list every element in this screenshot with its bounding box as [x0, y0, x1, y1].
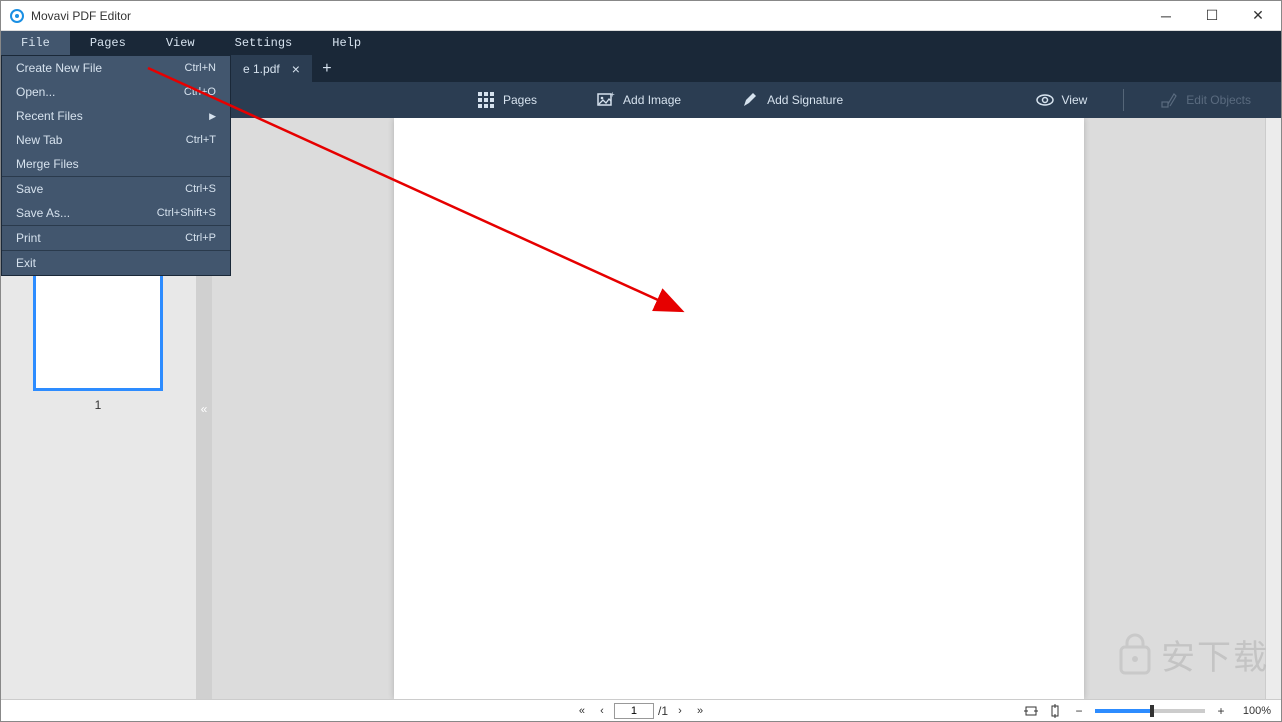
- next-page-button[interactable]: ›: [672, 703, 688, 719]
- grid-icon: [477, 91, 495, 109]
- prev-page-button[interactable]: ‹: [594, 703, 610, 719]
- chevron-left-icon: «: [201, 402, 208, 416]
- last-page-button[interactable]: »: [692, 703, 708, 719]
- pages-button[interactable]: Pages: [447, 91, 567, 109]
- pen-icon: [741, 91, 759, 109]
- add-image-button[interactable]: + Add Image: [567, 91, 711, 109]
- fit-page-button[interactable]: [1047, 703, 1063, 719]
- edit-objects-button[interactable]: Edit Objects: [1130, 91, 1281, 109]
- close-button[interactable]: ✕: [1235, 1, 1281, 31]
- statusbar: « ‹ /1 › » − + 100%: [1, 699, 1281, 721]
- eye-icon: [1036, 91, 1054, 109]
- document-tab[interactable]: e 1.pdf ×: [231, 55, 312, 82]
- svg-text:+: +: [610, 91, 615, 99]
- menu-file[interactable]: File: [1, 31, 70, 55]
- fit-width-button[interactable]: [1023, 703, 1039, 719]
- vertical-scrollbar[interactable]: [1265, 118, 1281, 699]
- tab-label: e 1.pdf: [243, 62, 280, 76]
- maximize-button[interactable]: ☐: [1189, 1, 1235, 31]
- edit-objects-label: Edit Objects: [1186, 93, 1251, 107]
- menu-save[interactable]: SaveCtrl+S: [2, 177, 230, 201]
- menu-view[interactable]: View: [146, 31, 215, 55]
- submenu-arrow-icon: ▶: [209, 111, 216, 122]
- zoom-out-button[interactable]: −: [1071, 703, 1087, 719]
- toolbar-divider: [1123, 89, 1124, 111]
- menubar: File Pages View Settings Help: [1, 31, 1281, 55]
- zoom-in-button[interactable]: +: [1213, 703, 1229, 719]
- window-title: Movavi PDF Editor: [31, 9, 1143, 23]
- page-number-input[interactable]: [614, 703, 654, 719]
- zoom-group: − + 100%: [1023, 703, 1281, 719]
- titlebar: Movavi PDF Editor ─ ☐ ✕: [1, 1, 1281, 31]
- menu-settings[interactable]: Settings: [215, 31, 313, 55]
- page-total-label: /1: [658, 704, 668, 718]
- view-button[interactable]: View: [1006, 91, 1118, 109]
- edit-icon: [1160, 91, 1178, 109]
- menu-help[interactable]: Help: [312, 31, 381, 55]
- menu-print[interactable]: PrintCtrl+P: [2, 226, 230, 250]
- menu-recent-files[interactable]: Recent Files▶: [2, 104, 230, 128]
- file-dropdown: Create New FileCtrl+N Open...Ctrl+O Rece…: [1, 55, 231, 276]
- app-logo-icon: [9, 8, 25, 24]
- add-signature-button[interactable]: Add Signature: [711, 91, 873, 109]
- document-page[interactable]: [394, 118, 1084, 699]
- menu-create-new-file[interactable]: Create New FileCtrl+N: [2, 56, 230, 80]
- pages-label: Pages: [503, 93, 537, 107]
- first-page-button[interactable]: «: [574, 703, 590, 719]
- zoom-slider[interactable]: [1095, 709, 1205, 713]
- menu-new-tab[interactable]: New TabCtrl+T: [2, 128, 230, 152]
- new-tab-button[interactable]: +: [312, 55, 342, 82]
- menu-open[interactable]: Open...Ctrl+O: [2, 80, 230, 104]
- view-label: View: [1062, 93, 1088, 107]
- menu-save-as[interactable]: Save As...Ctrl+Shift+S: [2, 201, 230, 225]
- image-plus-icon: +: [597, 91, 615, 109]
- page-nav-group: « ‹ /1 › »: [574, 703, 708, 719]
- tab-close-icon[interactable]: ×: [292, 61, 300, 77]
- menu-exit[interactable]: Exit: [2, 251, 230, 275]
- menu-pages[interactable]: Pages: [70, 31, 146, 55]
- zoom-slider-thumb[interactable]: [1150, 705, 1154, 717]
- minimize-button[interactable]: ─: [1143, 1, 1189, 31]
- add-signature-label: Add Signature: [767, 93, 843, 107]
- add-image-label: Add Image: [623, 93, 681, 107]
- document-canvas[interactable]: [212, 118, 1265, 699]
- menu-merge-files[interactable]: Merge Files: [2, 152, 230, 176]
- thumbnail-number: 1: [33, 398, 163, 412]
- zoom-value: 100%: [1237, 705, 1271, 717]
